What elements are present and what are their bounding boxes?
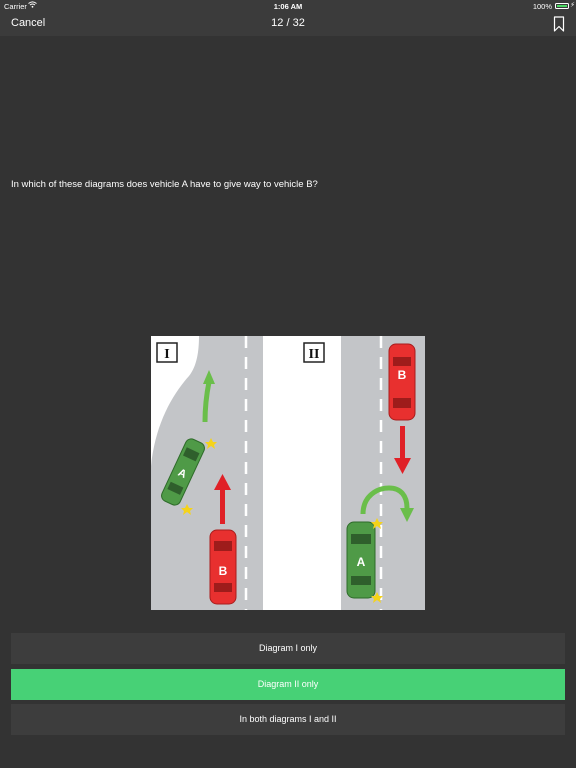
panel-2-vehicle-a: A bbox=[346, 521, 376, 599]
battery-percentage: 100% bbox=[532, 1, 552, 11]
bookmark-icon[interactable] bbox=[553, 16, 565, 32]
navigation-bar: Cancel 12 / 32 bbox=[0, 12, 576, 36]
traffic-diagram: I II A B B A bbox=[151, 336, 425, 610]
panel-1-label: I bbox=[164, 347, 169, 362]
svg-text:B: B bbox=[398, 368, 407, 382]
status-bar: Carrier 1:06 AM 100% ⚡ bbox=[0, 0, 576, 12]
charging-icon: ⚡ bbox=[570, 1, 575, 9]
question-text: In which of these diagrams does vehicle … bbox=[11, 179, 318, 190]
answer-option-2-selected[interactable]: Diagram II only bbox=[11, 669, 565, 700]
panel-1-vehicle-b: B bbox=[209, 529, 237, 605]
svg-text:A: A bbox=[357, 555, 366, 569]
question-counter: 12 / 32 bbox=[271, 17, 305, 29]
panel-2-label: II bbox=[309, 347, 320, 362]
svg-text:B: B bbox=[219, 564, 228, 578]
clock: 1:06 AM bbox=[273, 1, 303, 11]
panel-2-label-box: II bbox=[303, 342, 325, 363]
battery-icon bbox=[555, 3, 569, 9]
answer-option-1[interactable]: Diagram I only bbox=[11, 633, 565, 664]
answer-option-3[interactable]: In both diagrams I and II bbox=[11, 704, 565, 735]
panel-2-vehicle-b: B bbox=[388, 343, 416, 421]
panel-1-label-box: I bbox=[156, 342, 178, 363]
